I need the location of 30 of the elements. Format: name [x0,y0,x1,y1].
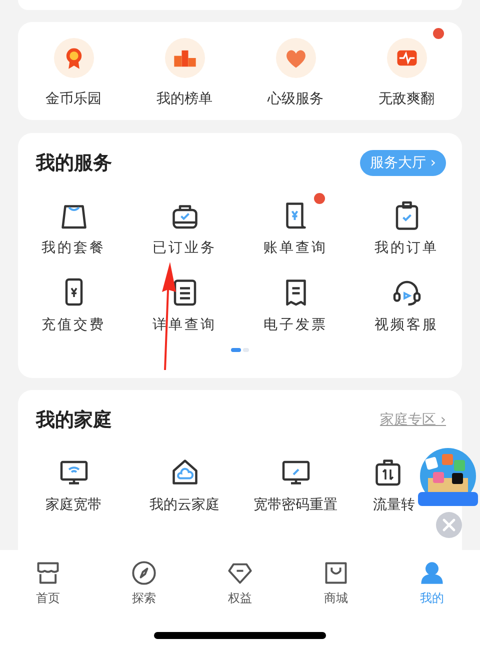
item-label[interactable]: 我的订单 [374,238,438,256]
tab-button[interactable]: 权益 [192,560,288,650]
compass-icon [131,560,157,586]
item-label[interactable]: 视频客服 [374,316,438,334]
close-icon [442,518,456,532]
item-label[interactable]: 心级服务 [268,90,324,108]
item-label[interactable]: 充值交费 [42,316,106,334]
shopping-bag-icon [323,560,349,586]
item-label[interactable]: 宽带密码重置 [254,496,338,514]
item-label[interactable]: 流量转 [373,496,415,514]
section-title: 我的家庭 [36,408,112,433]
cloud-house-icon [170,456,200,486]
item-label[interactable]: 我的套餐 [42,238,106,256]
store-icon [35,560,61,586]
item-label[interactable]: 账单查询 [264,238,328,256]
section-title: 我的服务 [36,151,112,176]
tab-button[interactable]: 商城 [288,560,384,650]
item-label[interactable]: 已订业务 [152,238,216,256]
tab-button[interactable]: 探索 [96,560,192,650]
person-icon [419,560,445,586]
item-label[interactable]: 详单查询 [152,316,216,334]
item-label[interactable]: 无敌爽翻 [378,90,434,108]
item-label[interactable]: 我的榜单 [156,90,212,108]
item-label[interactable]: 我的云家庭 [150,496,220,514]
floating-ad-drawing[interactable] [418,448,478,506]
tab-button[interactable]: 首页 [0,560,96,650]
item-label[interactable]: 家庭宽带 [46,496,102,514]
item-label[interactable]: 电子发票 [264,316,328,334]
bag-arrows-icon [373,456,403,486]
item-label[interactable]: 金币乐园 [46,90,102,108]
